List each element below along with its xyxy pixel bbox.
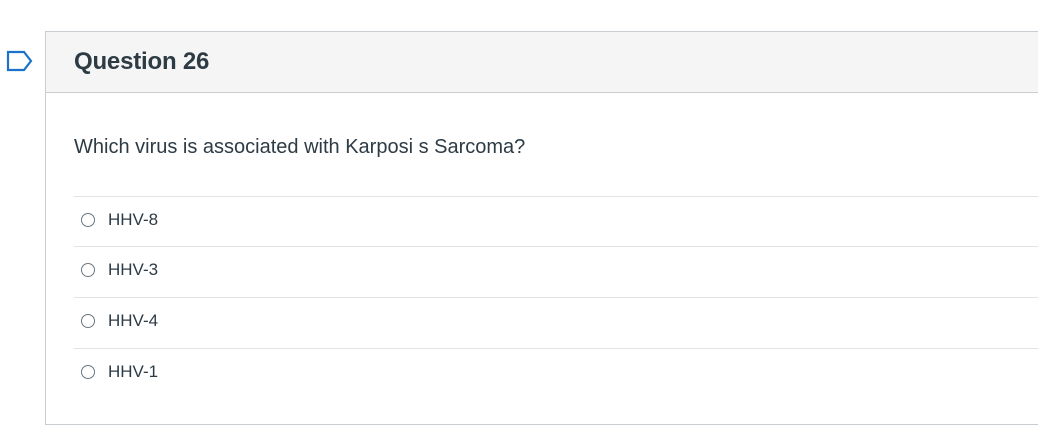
answer-list: HHV-8 HHV-3 HHV-4 HHV-1: [74, 196, 1038, 398]
question-text: Which virus is associated with Karposi s…: [74, 136, 526, 158]
answer-label[interactable]: HHV-1: [108, 362, 158, 382]
question-card: Question 26 Which virus is associated wi…: [45, 31, 1038, 425]
answer-option[interactable]: HHV-1: [74, 348, 1038, 398]
answer-option[interactable]: HHV-4: [74, 297, 1038, 348]
answer-label[interactable]: HHV-3: [108, 260, 158, 280]
answer-label[interactable]: HHV-8: [108, 210, 158, 230]
answer-label[interactable]: HHV-4: [108, 311, 158, 331]
answer-option[interactable]: HHV-3: [74, 246, 1038, 297]
question-header: Question 26: [46, 32, 1038, 93]
radio-button[interactable]: [81, 365, 95, 379]
answer-option[interactable]: HHV-8: [74, 196, 1038, 246]
radio-button[interactable]: [81, 314, 95, 328]
flag-question-icon[interactable]: [6, 49, 34, 73]
radio-button[interactable]: [81, 213, 95, 227]
radio-button[interactable]: [81, 263, 95, 277]
question-title: Question 26: [74, 48, 210, 75]
